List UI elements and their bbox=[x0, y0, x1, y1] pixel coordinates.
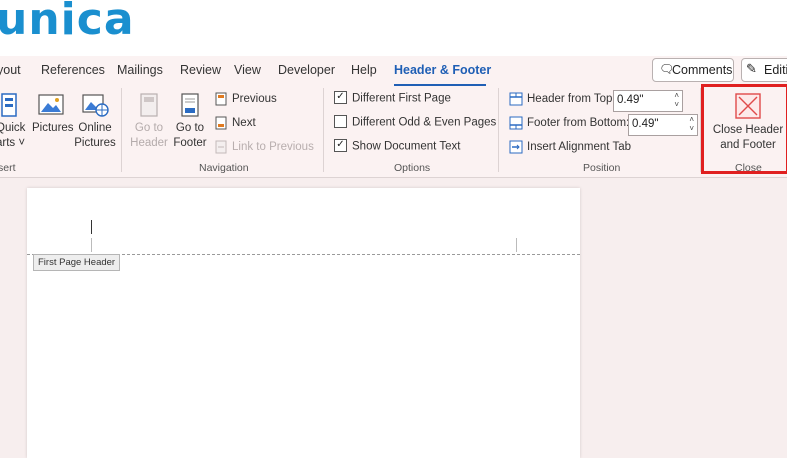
quick-parts-button[interactable]: Quick arts ˅ bbox=[0, 92, 26, 151]
next-label: Next bbox=[232, 117, 256, 129]
previous-button[interactable]: Previous bbox=[214, 92, 277, 110]
checkbox-checked-icon: ✓ bbox=[334, 91, 347, 104]
editing-button[interactable]: ✎ Editi bbox=[741, 58, 787, 82]
online-pictures-button[interactable]: Online Pictures bbox=[74, 92, 116, 151]
tab-mailings[interactable]: Mailings bbox=[117, 63, 163, 77]
link-to-previous-label: Link to Previous bbox=[232, 141, 314, 153]
online-pictures-label: Online Pictures bbox=[74, 122, 116, 149]
online-pictures-icon bbox=[81, 92, 109, 118]
previous-label: Previous bbox=[232, 93, 277, 105]
header-position-icon bbox=[509, 92, 523, 106]
header-from-top-label-row: Header from Top: bbox=[509, 92, 616, 110]
group-divider bbox=[498, 88, 499, 172]
comments-label: Comments bbox=[672, 63, 733, 77]
different-first-page-label: Different First Page bbox=[352, 92, 451, 105]
position-group-label: Position bbox=[583, 162, 621, 174]
margin-marker-left bbox=[91, 238, 92, 252]
tab-header-footer[interactable]: Header & Footer bbox=[394, 63, 491, 77]
tab-view[interactable]: View bbox=[234, 63, 261, 77]
header-from-top-label: Header from Top: bbox=[527, 93, 616, 105]
close-group-highlight bbox=[701, 84, 787, 174]
spinner-arrows-icon[interactable]: ˄ ˅ bbox=[689, 115, 694, 133]
footer-from-bottom-label: Footer from Bottom: bbox=[527, 117, 630, 129]
alignment-tab-icon bbox=[509, 140, 523, 154]
pictures-icon bbox=[37, 92, 65, 118]
go-to-header-icon bbox=[138, 92, 160, 118]
quick-parts-icon bbox=[0, 92, 20, 118]
group-divider bbox=[323, 88, 324, 172]
tab-review[interactable]: Review bbox=[180, 63, 221, 77]
link-icon bbox=[214, 140, 228, 154]
footer-from-bottom-spinner[interactable]: 0.49" ˄ ˅ bbox=[628, 114, 698, 136]
tab-help[interactable]: Help bbox=[351, 63, 377, 77]
first-page-header-tag: First Page Header bbox=[33, 254, 121, 271]
insert-alignment-tab-label: Insert Alignment Tab bbox=[527, 141, 631, 153]
tab-references[interactable]: References bbox=[41, 63, 105, 77]
checkbox-checked-icon: ✓ bbox=[334, 139, 347, 152]
footer-from-bottom-value: 0.49" bbox=[632, 118, 659, 130]
link-to-previous-button[interactable]: Link to Previous bbox=[214, 140, 314, 158]
tab-developer[interactable]: Developer bbox=[278, 63, 335, 77]
different-odd-even-label: Different Odd & Even Pages bbox=[352, 116, 497, 129]
show-document-text-checkbox[interactable]: ✓ Show Document Text bbox=[334, 139, 461, 158]
footer-from-bottom-label-row: Footer from Bottom: bbox=[509, 116, 629, 134]
go-to-footer-icon bbox=[179, 92, 201, 118]
pictures-button[interactable]: Pictures bbox=[32, 92, 74, 136]
header-from-top-value: 0.49" bbox=[617, 94, 644, 106]
go-to-header-label: Go to Header bbox=[130, 122, 168, 149]
go-to-footer-label: Go to Footer bbox=[173, 122, 207, 149]
options-group-label: Options bbox=[394, 162, 431, 174]
different-first-page-checkbox[interactable]: ✓ Different First Page bbox=[334, 91, 451, 110]
group-divider bbox=[121, 88, 122, 172]
navigation-group-label: Navigation bbox=[199, 162, 249, 174]
footer-position-icon bbox=[509, 116, 523, 130]
comments-button[interactable]: 🗨 Comments bbox=[652, 58, 734, 82]
ribbon: Quick arts ˅ Pictures Online Pictures se… bbox=[0, 86, 787, 178]
previous-section-icon bbox=[214, 92, 228, 106]
margin-marker-right bbox=[516, 238, 517, 252]
go-to-header-button[interactable]: Go to Header bbox=[129, 92, 169, 151]
tab-layout[interactable]: yout bbox=[0, 63, 21, 77]
go-to-footer-button[interactable]: Go to Footer bbox=[170, 92, 210, 151]
spinner-arrows-icon[interactable]: ˄ ˅ bbox=[674, 91, 679, 109]
top-banner: unica bbox=[0, 0, 787, 56]
different-odd-even-checkbox[interactable]: Different Odd & Even Pages bbox=[334, 115, 497, 134]
insert-alignment-tab-button[interactable]: Insert Alignment Tab bbox=[509, 140, 631, 158]
next-section-icon bbox=[214, 116, 228, 130]
text-cursor bbox=[91, 220, 92, 234]
unica-logo: unica bbox=[0, 0, 135, 45]
insert-group-label: sert bbox=[0, 162, 16, 174]
pencil-icon: ✎ bbox=[746, 61, 757, 76]
document-page[interactable]: First Page Header bbox=[27, 188, 580, 458]
next-button[interactable]: Next bbox=[214, 116, 256, 134]
editing-label: Editi bbox=[764, 63, 787, 77]
header-from-top-spinner[interactable]: 0.49" ˄ ˅ bbox=[613, 90, 683, 112]
quick-parts-label: Quick arts ˅ bbox=[0, 122, 26, 149]
pictures-label: Pictures bbox=[32, 122, 74, 134]
show-document-text-label: Show Document Text bbox=[352, 140, 461, 153]
checkbox-unchecked-icon bbox=[334, 115, 347, 128]
